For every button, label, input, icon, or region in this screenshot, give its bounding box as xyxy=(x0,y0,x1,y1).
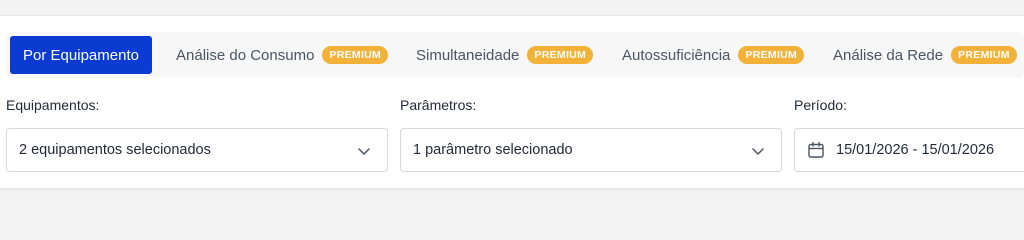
period-date-value: 15/01/2026 - 15/01/2026 xyxy=(836,142,995,158)
tab-autossuficiencia[interactable]: Autossuficiência PREMIUM xyxy=(622,36,805,74)
chevron-down-icon xyxy=(358,148,370,155)
equipment-select-value: 2 equipamentos selecionados xyxy=(19,142,211,158)
parameters-label: Parâmetros: xyxy=(400,97,477,113)
tab-bar: Por Equipamento Análise do Consumo PREMI… xyxy=(6,32,1024,78)
tab-label: Autossuficiência xyxy=(622,46,731,64)
parameters-select-value: 1 parâmetro selecionado xyxy=(413,142,573,158)
tab-por-equipamento[interactable]: Por Equipamento xyxy=(10,36,152,74)
period-date-picker[interactable]: 15/01/2026 - 15/01/2026 xyxy=(794,128,1024,172)
tab-label: Análise da Rede xyxy=(833,46,944,64)
tab-label: Simultaneidade xyxy=(416,46,520,64)
premium-badge: PREMIUM xyxy=(527,46,594,64)
tab-analise-do-consumo[interactable]: Análise do Consumo PREMIUM xyxy=(176,36,389,74)
filters-card: Por Equipamento Análise do Consumo PREMI… xyxy=(0,15,1024,189)
equipment-label: Equipamentos: xyxy=(6,97,100,113)
tab-label: Por Equipamento xyxy=(23,46,139,64)
tab-analise-da-rede[interactable]: Análise da Rede PREMIUM xyxy=(833,36,1017,74)
calendar-icon xyxy=(808,141,824,158)
premium-badge: PREMIUM xyxy=(322,46,389,64)
chevron-down-icon xyxy=(752,148,764,155)
tab-simultaneidade[interactable]: Simultaneidade PREMIUM xyxy=(416,36,594,74)
premium-badge: PREMIUM xyxy=(951,46,1017,64)
equipment-select[interactable]: 2 equipamentos selecionados xyxy=(6,128,388,172)
premium-badge: PREMIUM xyxy=(738,46,805,64)
tab-label: Análise do Consumo xyxy=(176,46,315,64)
period-label: Período: xyxy=(794,97,847,113)
parameters-select[interactable]: 1 parâmetro selecionado xyxy=(400,128,782,172)
